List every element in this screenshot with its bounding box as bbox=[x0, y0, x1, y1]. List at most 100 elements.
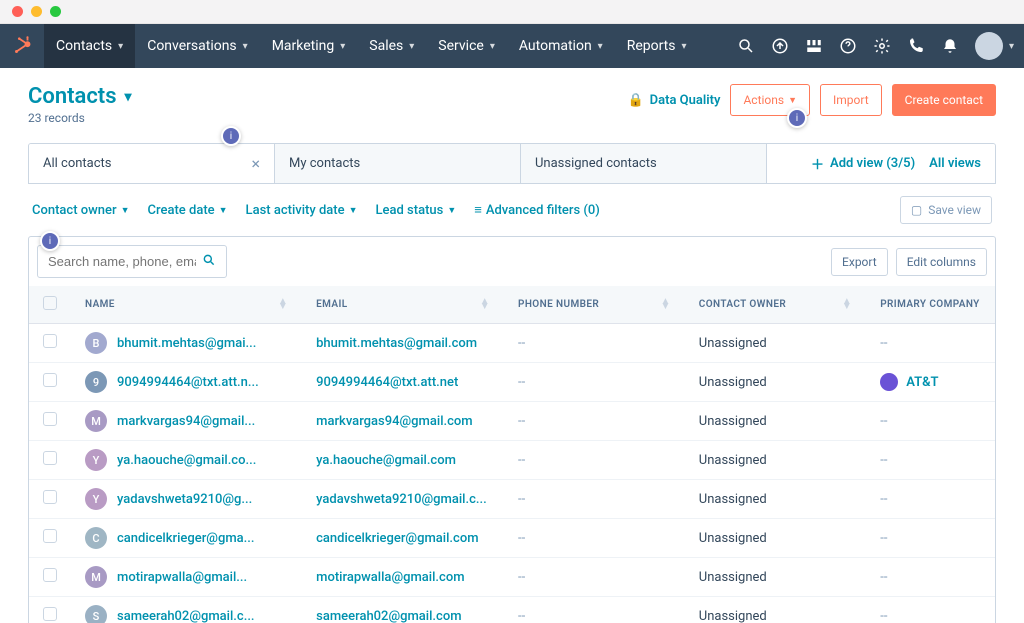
nav-conversations[interactable]: Conversations▾ bbox=[135, 24, 260, 68]
contact-name-link[interactable]: sameerah02@gmail.c... bbox=[117, 609, 255, 623]
contact-email-link[interactable]: markvargas94@gmail.com bbox=[316, 414, 472, 429]
close-icon[interactable]: × bbox=[251, 154, 260, 173]
upgrade-icon[interactable] bbox=[771, 37, 789, 55]
contact-name-link[interactable]: bhumit.mehtas@gmai... bbox=[117, 336, 256, 351]
sort-icon: ▲▼ bbox=[660, 299, 670, 309]
row-checkbox[interactable] bbox=[43, 529, 57, 543]
settings-icon[interactable] bbox=[873, 37, 891, 55]
filter-contact-owner[interactable]: Contact owner ▼ bbox=[32, 203, 130, 218]
contact-name-link[interactable]: candicelkrieger@gma... bbox=[117, 531, 255, 546]
nav-label: Marketing bbox=[272, 38, 335, 54]
contact-email-link[interactable]: 9094994464@txt.att.net bbox=[316, 375, 458, 390]
contact-avatar: B bbox=[85, 332, 107, 354]
contact-email-link[interactable]: yadavshweta9210@gmail.c... bbox=[316, 492, 487, 507]
row-checkbox[interactable] bbox=[43, 607, 57, 621]
table-row[interactable]: Bbhumit.mehtas@gmai... bhumit.mehtas@gmai… bbox=[29, 324, 995, 363]
filter-lead-status[interactable]: Lead status ▼ bbox=[376, 203, 457, 218]
nav-label: Automation bbox=[519, 38, 592, 54]
chevron-down-icon: ▼ bbox=[349, 205, 358, 216]
filter-last-activity-date[interactable]: Last activity date ▼ bbox=[246, 203, 358, 218]
contact-name-link[interactable]: motirapwalla@gmail... bbox=[117, 570, 247, 585]
tab-my-contacts[interactable]: My contacts bbox=[275, 144, 521, 183]
nav-marketing[interactable]: Marketing▾ bbox=[260, 24, 358, 68]
save-view-button[interactable]: ▢ Save view bbox=[900, 196, 992, 224]
table-row[interactable]: Mmarkvargas94@gmail...markvargas94@gmail… bbox=[29, 402, 995, 441]
mac-zoom[interactable] bbox=[50, 6, 61, 17]
row-checkbox[interactable] bbox=[43, 490, 57, 504]
col-email[interactable]: EMAIL▲▼ bbox=[302, 286, 504, 324]
add-view-button[interactable]: ＋ Add view (3/5) bbox=[811, 154, 915, 173]
contact-email-link[interactable]: bhumit.mehtas@gmail.com bbox=[316, 336, 477, 351]
nav-label: Reports bbox=[627, 38, 676, 54]
marketplace-icon[interactable] bbox=[805, 37, 823, 55]
calling-icon[interactable] bbox=[907, 37, 925, 55]
nav-reports[interactable]: Reports▾ bbox=[615, 24, 699, 68]
owner-value: Unassigned bbox=[699, 375, 767, 390]
owner-value: Unassigned bbox=[699, 609, 767, 623]
data-quality-link[interactable]: 🔒 Data Quality bbox=[627, 93, 720, 108]
row-checkbox[interactable] bbox=[43, 373, 57, 387]
phone-value: -- bbox=[518, 453, 525, 468]
filter-create-date[interactable]: Create date ▼ bbox=[148, 203, 228, 218]
tour-dot[interactable]: i bbox=[40, 231, 60, 251]
table-row[interactable]: Ssameerah02@gmail.c... sameerah02@gmail.c… bbox=[29, 597, 995, 623]
account-menu[interactable]: ▾ bbox=[959, 32, 1014, 60]
row-checkbox[interactable] bbox=[43, 451, 57, 465]
nav-contacts[interactable]: Contacts▾ bbox=[44, 24, 135, 68]
col-name[interactable]: NAME▲▼ bbox=[71, 286, 302, 324]
company-link[interactable]: AT&T bbox=[906, 375, 938, 390]
all-views-link[interactable]: All views bbox=[929, 156, 981, 171]
contact-name-link[interactable]: markvargas94@gmail... bbox=[117, 414, 255, 429]
tab-unassigned-contacts[interactable]: Unassigned contacts bbox=[521, 144, 767, 183]
advanced-filters[interactable]: ≡ Advanced filters (0) bbox=[474, 202, 600, 218]
table-row[interactable]: Yya.haouche@gmail.co...ya.haouche@gmail.… bbox=[29, 441, 995, 480]
phone-value: -- bbox=[518, 414, 525, 429]
lock-icon: 🔒 bbox=[627, 93, 643, 108]
help-icon[interactable] bbox=[839, 37, 857, 55]
search-icon[interactable] bbox=[737, 37, 755, 55]
tour-dot[interactable]: i bbox=[787, 108, 807, 128]
contact-name-link[interactable]: 9094994464@txt.att.n... bbox=[117, 375, 259, 390]
nav-label: Service bbox=[438, 38, 484, 54]
contact-avatar: S bbox=[85, 605, 107, 623]
hubspot-logo[interactable] bbox=[0, 24, 44, 68]
nav-sales[interactable]: Sales▾ bbox=[357, 24, 426, 68]
col-owner[interactable]: CONTACT OWNER ▲▼ bbox=[685, 286, 866, 324]
table-row[interactable]: Mmotirapwalla@gmail...motirapwalla@gmail… bbox=[29, 558, 995, 597]
phone-value: -- bbox=[518, 375, 525, 390]
row-checkbox[interactable] bbox=[43, 412, 57, 426]
table-row[interactable]: Yyadavshweta9210@g...yadavshweta9210@gma… bbox=[29, 480, 995, 519]
col-phone[interactable]: PHONE NUMBER▲▼ bbox=[504, 286, 685, 324]
mac-minimize[interactable] bbox=[31, 6, 42, 17]
nav-automation[interactable]: Automation▾ bbox=[507, 24, 615, 68]
col-owner-label: CONTACT OWNER bbox=[699, 299, 786, 310]
export-button[interactable]: Export bbox=[831, 248, 888, 276]
sort-icon: ▲▼ bbox=[842, 299, 852, 309]
notifications-icon[interactable] bbox=[941, 37, 959, 55]
contact-email-link[interactable]: ya.haouche@gmail.com bbox=[316, 453, 456, 468]
nav-service[interactable]: Service▾ bbox=[426, 24, 507, 68]
contact-email-link[interactable]: sameerah02@gmail.com bbox=[316, 609, 461, 623]
tour-dot[interactable]: i bbox=[221, 126, 241, 146]
contact-email-link[interactable]: candicelkrieger@gmail.com bbox=[316, 531, 478, 546]
company-value: -- bbox=[880, 492, 887, 507]
create-contact-button[interactable]: Create contact bbox=[892, 84, 996, 116]
top-nav: Contacts▾Conversations▾Marketing▾Sales▾S… bbox=[0, 24, 1024, 68]
page-title[interactable]: Contacts ▾ bbox=[28, 84, 132, 109]
import-button[interactable]: Import bbox=[820, 84, 882, 116]
owner-value: Unassigned bbox=[699, 570, 767, 585]
edit-columns-button[interactable]: Edit columns bbox=[896, 248, 987, 276]
search-box[interactable] bbox=[37, 245, 227, 278]
row-checkbox[interactable] bbox=[43, 568, 57, 582]
table-row[interactable]: 99094994464@txt.att.n...9094994464@txt.a… bbox=[29, 363, 995, 402]
tab-all-contacts[interactable]: All contacts× bbox=[29, 144, 275, 183]
col-company[interactable]: PRIMARY COMPANY bbox=[866, 286, 995, 324]
search-input[interactable] bbox=[48, 254, 196, 269]
contact-name-link[interactable]: ya.haouche@gmail.co... bbox=[117, 453, 256, 468]
mac-close[interactable] bbox=[12, 6, 23, 17]
select-all-checkbox[interactable] bbox=[43, 296, 57, 310]
table-row[interactable]: Ccandicelkrieger@gma...candicelkrieger@g… bbox=[29, 519, 995, 558]
contact-name-link[interactable]: yadavshweta9210@g... bbox=[117, 492, 252, 507]
row-checkbox[interactable] bbox=[43, 334, 57, 348]
contact-email-link[interactable]: motirapwalla@gmail.com bbox=[316, 570, 464, 585]
